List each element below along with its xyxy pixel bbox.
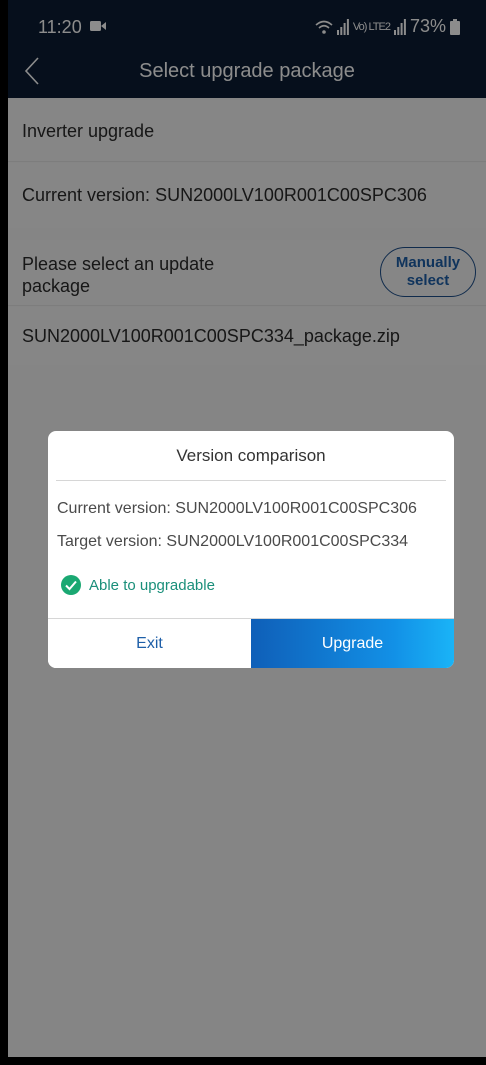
dialog-current-label: Current version: xyxy=(57,500,171,517)
dialog-target-value: SUN2000LV100R001C00SPC334 xyxy=(166,533,409,550)
upgrade-button[interactable]: Upgrade xyxy=(251,619,454,668)
check-circle-icon xyxy=(61,575,81,595)
upgrade-status-text: Able to upgradable xyxy=(89,576,215,594)
version-comparison-dialog: Version comparison Current version: SUN2… xyxy=(48,431,454,668)
dialog-title: Version comparison xyxy=(176,446,326,465)
upgrade-status: Able to upgradable xyxy=(61,575,215,595)
dialog-target-version: Target version: SUN2000LV100R001C00SPC33… xyxy=(57,533,408,551)
exit-button[interactable]: Exit xyxy=(48,619,251,668)
app-screen: 11:20 Vo) LTE2 73% Select upgrade packag… xyxy=(8,0,486,1057)
dialog-divider xyxy=(56,480,446,481)
dialog-current-value: SUN2000LV100R001C00SPC306 xyxy=(175,500,417,517)
dialog-current-version: Current version: SUN2000LV100R001C00SPC3… xyxy=(57,500,417,518)
dialog-target-label: Target version: xyxy=(57,533,162,550)
